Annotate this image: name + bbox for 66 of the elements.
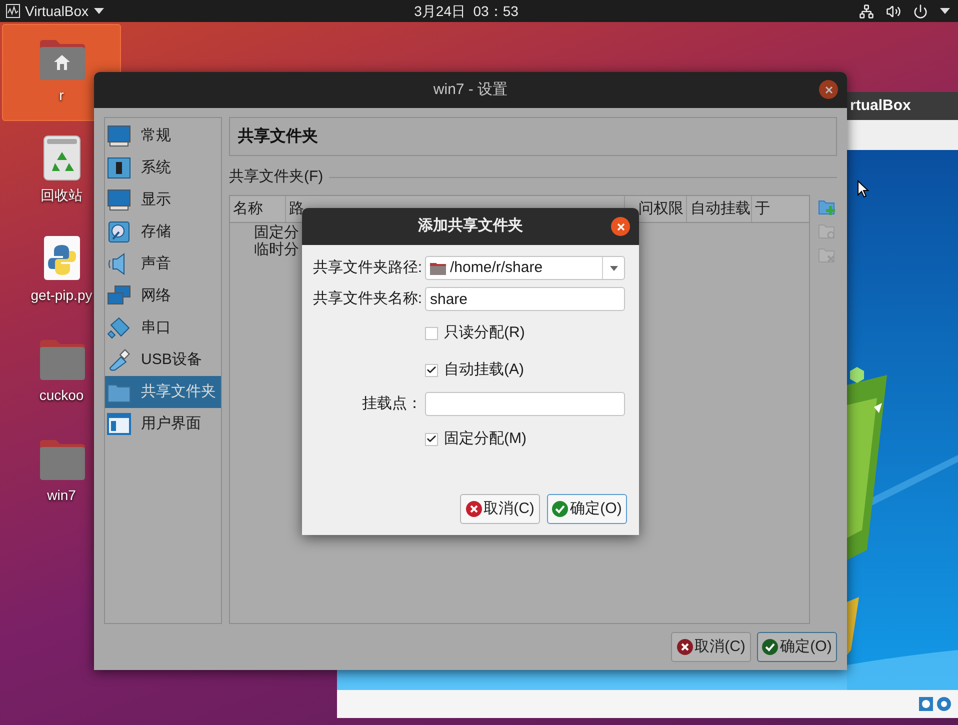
page-title: 共享文件夹 [238,126,318,146]
clock[interactable]: 3月24日 03：53 [414,0,518,22]
chip-icon [107,157,131,179]
monitor-icon [107,189,131,211]
column-header[interactable]: 名称 [230,196,286,222]
recycle-bin-icon [42,135,80,181]
app-menu-label: VirtualBox [25,2,89,20]
confirm-icon [762,639,778,655]
desktop-icon-label: r [59,86,64,105]
path-value: /home/r/share [450,258,544,278]
close-button[interactable] [819,80,838,99]
close-button[interactable] [611,217,630,236]
home-folder-icon [38,39,86,81]
checkbox-label: 只读分配(R) [444,322,525,343]
serial-plug-icon [107,317,131,339]
close-icon [616,222,624,230]
monitor-icon [107,125,131,147]
power-icon[interactable] [913,4,928,18]
check-icon [426,433,437,445]
network-monitors-icon [107,285,131,307]
vm-window-title: rtualBox [850,96,911,116]
app-icon [6,4,20,18]
caret-icon[interactable] [940,8,950,14]
close-icon [824,86,832,94]
field-label: 共享文件夹路径: [312,258,422,278]
confirm-icon [552,501,568,517]
check-icon [426,364,437,376]
field-label: 挂载点： [362,394,422,414]
usb-plug-icon [107,349,131,371]
cancel-button[interactable]: 取消(C) [671,632,751,662]
desktop-icon-label: cuckoo [39,386,84,405]
ok-button[interactable]: 确定(O) [757,632,837,662]
checkbox[interactable] [425,432,438,446]
caret-icon [94,8,104,14]
folder-icon [38,339,86,381]
checkbox-label: 固定分配(M) [444,428,526,449]
cancel-icon [466,501,482,517]
ok-button[interactable]: 确定(O) [547,494,627,524]
desktop-icon-label: win7 [47,486,76,505]
window-title: win7 - 设置 [433,80,508,100]
dialog-title: 添加共享文件夹 [418,216,523,236]
text-field[interactable] [425,392,625,416]
column-header[interactable]: 于 [752,196,809,222]
desktop-icon-label: 回收站 [40,186,82,205]
group-label: 共享文件夹(F) [229,166,324,187]
dropdown-arrow-icon [610,266,618,270]
path-dropdown[interactable]: /home/r/share [425,256,625,280]
column-header[interactable]: 自动挂载 [687,196,752,222]
mouse-pointer-icon [857,180,869,198]
desktop-icon-label: get-pip.py [30,286,92,305]
field-label: 共享文件夹名称: [312,288,422,309]
checkbox[interactable] [425,326,438,340]
folder-icon [430,261,446,275]
window-layout-icon [107,413,131,435]
text-field[interactable]: share [425,287,625,311]
cancel-icon [676,639,693,655]
network-icon[interactable] [859,4,874,18]
cancel-button[interactable]: 取消(C) [460,494,540,524]
app-menu[interactable]: VirtualBox [0,0,104,22]
checkbox[interactable] [425,364,438,376]
checkbox-label: 自动挂载(A) [444,360,524,380]
folder-icon [38,439,86,481]
python-file-icon [42,235,80,281]
volume-icon[interactable] [886,4,901,18]
sidebar-item[interactable]: 共享文件夹 [105,376,221,408]
optical-disk-icon [936,696,952,712]
